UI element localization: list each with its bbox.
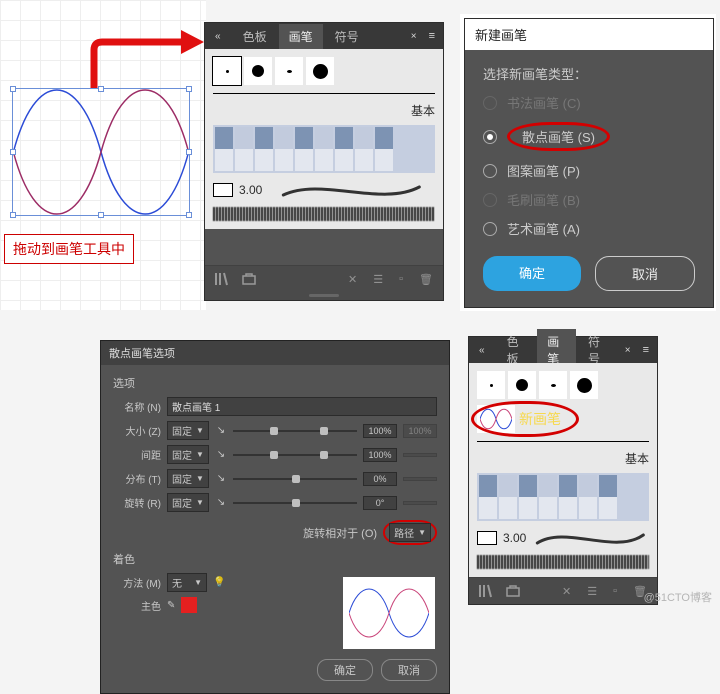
spacing-value[interactable]: 100%: [363, 448, 397, 462]
rotation-label: 旋转 (R): [113, 495, 161, 510]
scatter-label: 分布 (T): [113, 471, 161, 486]
rotate-relative-label: 旋转相对于 (O): [303, 525, 377, 541]
colorize-method-select[interactable]: 无▼: [167, 573, 207, 592]
drag-hint-label: 拖动到画笔工具中: [4, 234, 134, 264]
rotation-mode-select[interactable]: 固定▼: [167, 493, 209, 512]
library-icon[interactable]: [215, 272, 231, 286]
radio-bristle: 毛刷画笔 (B): [483, 190, 695, 209]
keycolor-label: 主色: [113, 598, 161, 613]
size-slider[interactable]: [233, 426, 357, 436]
stroke-weight-icon: [213, 183, 233, 197]
radio-artistic[interactable]: 艺术画笔 (A): [483, 219, 695, 238]
size-value[interactable]: 100%: [363, 424, 397, 438]
remove-stroke-icon[interactable]: ✕: [562, 585, 571, 598]
spacing-slider[interactable]: [233, 450, 357, 460]
scatter-value[interactable]: 0%: [363, 472, 397, 486]
red-arrow-annotation: [86, 36, 206, 96]
remove-stroke-icon[interactable]: ✕: [348, 273, 357, 286]
rotate-relative-select[interactable]: 路径▼: [389, 523, 431, 542]
scatter-mode-select[interactable]: 固定▼: [167, 469, 209, 488]
size-mode-select[interactable]: 固定▼: [167, 421, 209, 440]
tip-icon[interactable]: 💡: [213, 577, 225, 588]
tab-symbols[interactable]: 符号: [325, 24, 369, 49]
stroke-weight-value[interactable]: 3.00: [503, 531, 526, 545]
colorize-method-label: 方法 (M): [113, 575, 161, 590]
section-options-label: 选项: [113, 375, 437, 391]
stroke-weight-icon: [477, 531, 497, 545]
options-icon[interactable]: ☰: [587, 585, 597, 598]
flip-icon[interactable]: ↘: [215, 497, 227, 508]
name-label: 名称 (N): [113, 399, 161, 414]
dialog-title: 新建画笔: [465, 19, 713, 50]
rotation-value[interactable]: 0°: [363, 496, 397, 510]
dialog-title: 散点画笔选项: [101, 341, 449, 365]
brushes-panel: « 色板 画笔 符号 × ≡ 基本 3.00 ✕ ☰: [204, 22, 444, 301]
cancel-button[interactable]: 取消: [595, 256, 695, 291]
brush-preview: [343, 577, 435, 649]
panel-menu-icon[interactable]: ≡: [425, 28, 439, 44]
brush-thumb[interactable]: [570, 371, 598, 399]
flip-icon[interactable]: ↘: [215, 449, 227, 460]
close-icon[interactable]: ×: [405, 29, 423, 44]
brush-thumb[interactable]: [477, 371, 505, 399]
collapse-icon[interactable]: «: [209, 29, 227, 44]
new-brush-icon[interactable]: ▫: [399, 273, 403, 285]
size-value-2[interactable]: 100%: [403, 424, 437, 438]
highlight-ellipse: [471, 401, 579, 437]
brush-libraries-icon[interactable]: [241, 272, 257, 286]
panel-resize-handle[interactable]: [205, 292, 443, 300]
delete-icon[interactable]: 🗑: [419, 273, 433, 286]
brush-thumb[interactable]: [244, 57, 272, 85]
basic-brush-label[interactable]: 基本: [213, 102, 435, 119]
dialog-header: 选择新画笔类型：: [483, 64, 695, 83]
selection-bounding-box[interactable]: [12, 88, 190, 216]
section-color-label: 着色: [113, 551, 437, 567]
spacing-label: 间距: [113, 447, 161, 462]
tab-brushes[interactable]: 画笔: [279, 24, 323, 49]
scatter-brush-options-dialog: 散点画笔选项 选项 名称 (N) 散点画笔 1 大小 (Z) 固定▼ ↘ 100…: [100, 340, 450, 694]
stroke-weight-value[interactable]: 3.00: [239, 183, 262, 197]
brush-thumb[interactable]: [213, 57, 241, 85]
radio-calligraphic: 书法画笔 (C): [483, 93, 695, 112]
library-icon[interactable]: [479, 584, 495, 598]
calligraphic-brush-list: [213, 57, 435, 85]
close-icon[interactable]: ×: [619, 343, 637, 358]
panel-menu-icon[interactable]: ≡: [639, 342, 653, 358]
cancel-button[interactable]: 取消: [381, 659, 437, 681]
brush-thumb[interactable]: [508, 371, 536, 399]
stroke-preview: [268, 181, 435, 199]
panel-footer: ✕ ☰ ▫ 🗑: [205, 265, 443, 292]
eyedropper-icon[interactable]: ✎: [167, 600, 175, 611]
brush-thumb[interactable]: [539, 371, 567, 399]
radio-pattern[interactable]: 图案画笔 (P): [483, 161, 695, 180]
spacing-mode-select[interactable]: 固定▼: [167, 445, 209, 464]
ok-button[interactable]: 确定: [317, 659, 373, 681]
new-brush-dialog: 新建画笔 选择新画笔类型： 书法画笔 (C) 散点画笔 (S) 图案画笔 (P)…: [464, 18, 714, 308]
tab-swatches[interactable]: 色板: [233, 24, 277, 49]
art-brush-preview[interactable]: [213, 207, 435, 221]
watermark: @51CTO博客: [644, 589, 712, 605]
collapse-icon[interactable]: «: [473, 343, 491, 358]
radio-scatter[interactable]: 散点画笔 (S): [483, 122, 695, 151]
brush-libraries-icon[interactable]: [505, 584, 521, 598]
basic-brush-label[interactable]: 基本: [477, 450, 649, 467]
brush-thumb[interactable]: [306, 57, 334, 85]
options-icon[interactable]: ☰: [373, 273, 383, 286]
size-label: 大小 (Z): [113, 423, 161, 438]
brushes-panel-result: « 色板 画笔 符号 × ≡ 新画笔 基本 3.00: [468, 336, 658, 605]
ok-button[interactable]: 确定: [483, 256, 581, 291]
flip-icon[interactable]: ↘: [215, 425, 227, 436]
name-input[interactable]: 散点画笔 1: [167, 397, 437, 416]
scatter-slider[interactable]: [233, 474, 357, 484]
flip-icon[interactable]: ↘: [215, 473, 227, 484]
rotation-slider[interactable]: [233, 498, 357, 508]
wave-art[interactable]: [13, 89, 189, 215]
brush-thumb[interactable]: [275, 57, 303, 85]
new-brush-icon[interactable]: ▫: [613, 585, 617, 597]
